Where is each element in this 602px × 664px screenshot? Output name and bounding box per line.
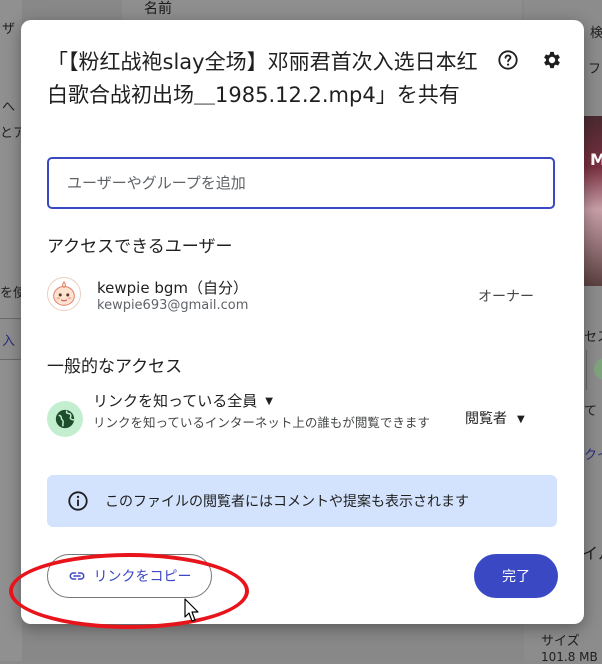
file-size-label: サイズ	[541, 634, 580, 649]
owner-role-label: オーナー	[478, 289, 534, 305]
link-access-value: リンクを知っている全員	[93, 392, 258, 410]
dialog-title: 「【粉红战袍slay全场】邓丽君首次入选日本红白歌合战初出场＿1985.12.2…	[47, 50, 478, 107]
gear-icon	[544, 51, 560, 69]
general-access-heading: 一般的なアクセス	[47, 357, 183, 377]
copy-link-label: リンクをコピー	[93, 569, 192, 585]
kewpie-avatar-icon	[53, 280, 75, 306]
person-row: kewpie bgm（自分） kewpie693@gmail.com オーナー	[47, 277, 557, 317]
background-text-fragment: て	[584, 404, 598, 419]
person-email: kewpie693@gmail.com	[97, 298, 249, 313]
info-text: このファイルの閲覧者にはコメントや提案も表示されます	[105, 494, 469, 510]
settings-button[interactable]	[537, 45, 567, 75]
column-header-name: 名前	[144, 1, 172, 17]
video-thumbnail	[584, 116, 602, 286]
background-text-fragment: イル	[582, 544, 602, 563]
info-icon	[68, 491, 88, 511]
background-text-fragment: ファ	[588, 62, 602, 77]
copy-link-button[interactable]: リンクをコピー	[47, 554, 212, 598]
people-with-access-heading: アクセスできるユーザー	[47, 237, 233, 257]
avatar	[47, 277, 81, 311]
link-access-dropdown[interactable]: リンクを知っている全員 ▼	[93, 390, 273, 411]
caret-down-icon: ▼	[265, 396, 273, 407]
share-dialog: 「【粉红战袍slay全场】邓丽君首次入选日本红白歌合战初出场＿1985.12.2…	[21, 20, 584, 624]
divider	[586, 350, 587, 390]
background-text-fragment: 検	[590, 26, 602, 41]
caret-down-icon: ▼	[517, 414, 525, 425]
help-circle-icon	[498, 50, 518, 70]
background-text-fragment: M	[590, 150, 602, 169]
background-column-header: 名前	[122, 0, 522, 20]
background-text-fragment: へ	[2, 100, 16, 115]
general-access-row: リンクを知っている全員 ▼ リンクを知っているインターネット上の誰もが閲覧できます…	[47, 392, 567, 472]
help-button[interactable]	[493, 45, 523, 75]
info-banner: このファイルの閲覧者にはコメントや提案も表示されます	[47, 475, 557, 527]
globe-icon	[55, 409, 75, 429]
done-button[interactable]: 完了	[474, 554, 558, 598]
background-text-fragment: 入	[2, 334, 16, 349]
background-text-fragment: セス	[584, 330, 602, 345]
link-icon	[69, 572, 84, 580]
person-name: kewpie bgm（自分）	[97, 279, 248, 297]
link-role-value: 閲覧者	[465, 411, 507, 427]
add-people-input[interactable]	[47, 157, 555, 209]
background-text-fragment: ザ	[2, 22, 16, 37]
file-size-value: 101.8 MB	[541, 650, 598, 664]
globe-icon-wrapper	[47, 401, 83, 437]
link-role-dropdown[interactable]: 閲覧者 ▼	[465, 408, 525, 428]
background-text-fragment: クイ	[584, 448, 602, 463]
link-access-description: リンクを知っているインターネット上の誰もが閲覧できます	[93, 415, 430, 430]
